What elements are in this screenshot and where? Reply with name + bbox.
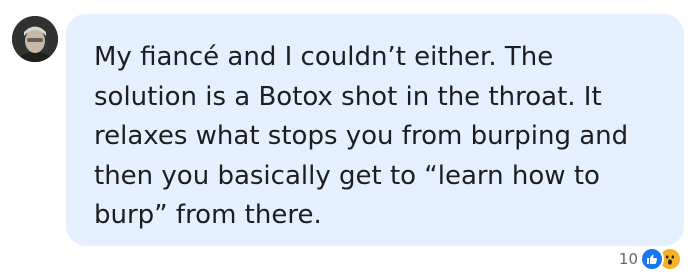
comment-bubble: My fiancé and I couldn’t either. The sol… (66, 14, 684, 246)
avatar[interactable] (12, 16, 58, 62)
comment-text: My fiancé and I couldn’t either. The sol… (94, 42, 629, 230)
avatar-image (12, 16, 58, 62)
like-icon (640, 247, 664, 271)
reactions-summary[interactable]: 10 (619, 244, 682, 274)
reaction-count: 10 (618, 250, 638, 268)
